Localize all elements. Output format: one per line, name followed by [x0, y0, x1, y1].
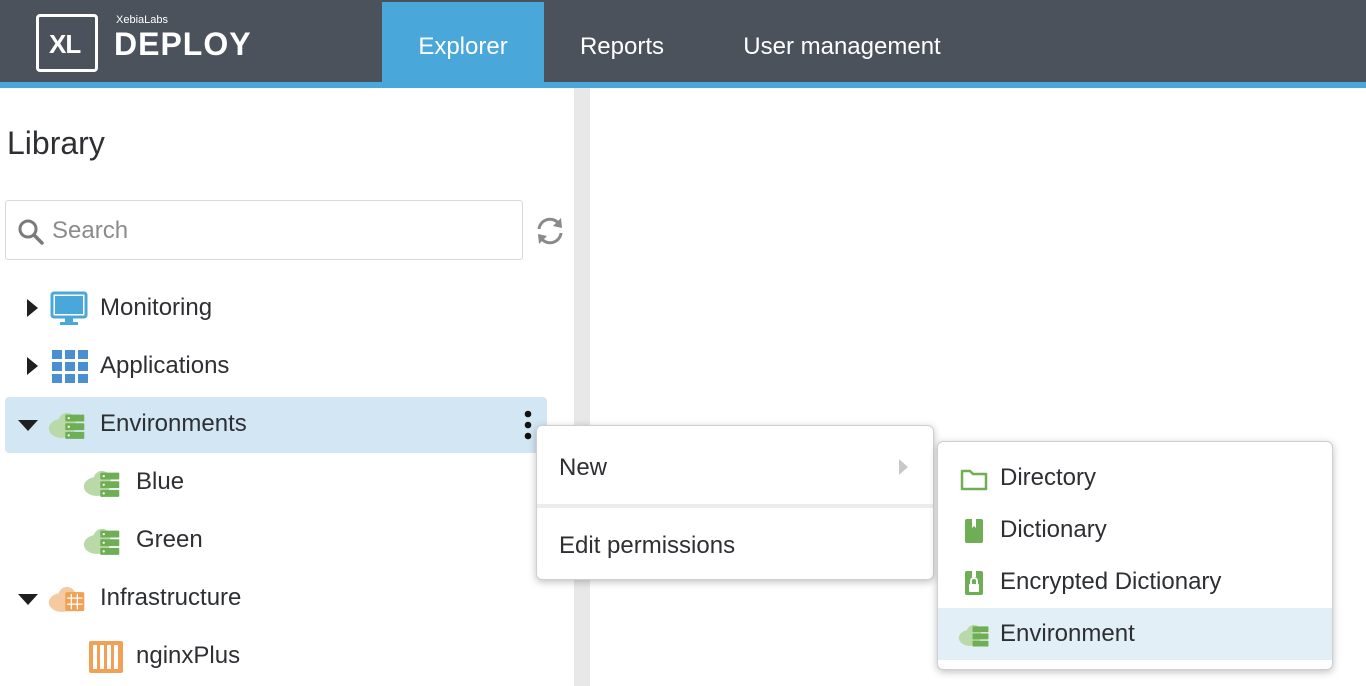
environment-cloud-icon [83, 470, 120, 497]
tree-item-infrastructure[interactable]: Infrastructure [5, 571, 547, 627]
more-actions-icon[interactable] [521, 409, 535, 443]
menu-item-new[interactable]: New [537, 426, 933, 502]
panel-splitter[interactable] [574, 88, 590, 686]
caret-down-icon[interactable] [17, 415, 39, 437]
search-input[interactable] [52, 215, 512, 247]
dictionary-icon [965, 519, 983, 543]
menu-item-edit-permissions[interactable]: Edit permissions [537, 506, 933, 582]
xl-deploy-logo[interactable]: XL XebiaLabs DEPLOY [30, 10, 270, 74]
search-icon [18, 219, 44, 245]
container-icon [89, 641, 123, 673]
submenu-item-directory[interactable]: Directory [938, 452, 1332, 504]
tree-item-green[interactable]: Green [5, 513, 547, 569]
tree-item-applications[interactable]: Applications [5, 339, 547, 395]
tree-item-label: Environments [100, 410, 247, 437]
tree-item-label: Green [136, 526, 203, 553]
monitor-icon [50, 291, 88, 325]
tab-reports[interactable]: Reports [560, 2, 684, 82]
xl-logo-mark: XL [36, 14, 98, 72]
tab-explorer[interactable]: Explorer [382, 2, 544, 82]
chevron-right-icon [899, 459, 908, 475]
environment-cloud-icon [958, 624, 989, 647]
tree-item-environments[interactable]: Environments [5, 397, 547, 453]
infrastructure-cloud-icon [48, 586, 85, 612]
library-title: Library [7, 125, 105, 161]
logo-product: DEPLOY [114, 26, 252, 62]
caret-right-icon[interactable] [21, 297, 43, 319]
folder-icon [960, 469, 988, 491]
submenu-item-encrypted-dictionary[interactable]: Encrypted Dictionary [938, 556, 1332, 608]
tree-item-label: nginxPlus [136, 642, 241, 669]
caret-down-icon[interactable] [17, 589, 39, 611]
tree-item-label: Monitoring [100, 294, 213, 321]
refresh-icon[interactable] [534, 215, 566, 247]
tree-item-label: Applications [100, 352, 230, 379]
grid-icon [52, 350, 88, 383]
environment-cloud-icon [83, 528, 120, 555]
search-box[interactable] [5, 200, 523, 260]
submenu-item-dictionary[interactable]: Dictionary [938, 504, 1332, 556]
top-navigation-bar: XL XebiaLabs DEPLOY Explorer Reports Use… [0, 0, 1366, 82]
tree-item-monitoring[interactable]: Monitoring [5, 281, 547, 337]
tree-item-label: Blue [136, 468, 185, 495]
new-submenu: Directory Dictionary Encrypted Dictionar… [937, 441, 1333, 670]
caret-right-icon[interactable] [21, 355, 43, 377]
tree-item-label: Infrastructure [100, 584, 242, 611]
logo-company: XebiaLabs [116, 14, 168, 26]
environment-cloud-icon [48, 412, 85, 439]
tab-user-management[interactable]: User management [722, 2, 962, 82]
encrypted-dictionary-icon [965, 571, 983, 595]
tree-item-nginxplus[interactable]: nginxPlus [5, 629, 547, 685]
tree-item-blue[interactable]: Blue [5, 455, 547, 511]
submenu-item-environment[interactable]: Environment [938, 608, 1332, 660]
context-menu: New Edit permissions [536, 425, 934, 580]
